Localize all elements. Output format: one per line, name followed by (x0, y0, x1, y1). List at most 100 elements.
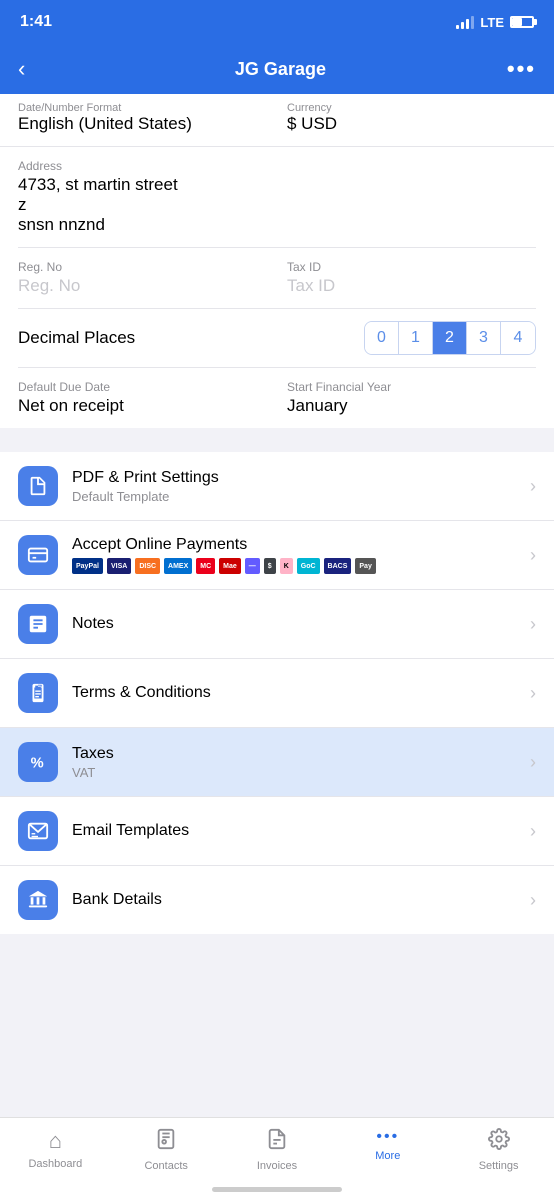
home-icon: ⌂ (49, 1128, 62, 1154)
card-icon (18, 535, 58, 575)
tab-more-label: More (375, 1150, 400, 1162)
bank-details-title: Bank Details (72, 891, 522, 909)
reg-no-label: Reg. No (18, 260, 267, 274)
chevron-right-icon: › (530, 890, 536, 911)
online-payments-title: Accept Online Payments (72, 536, 522, 554)
chevron-right-icon: › (530, 752, 536, 773)
tab-dashboard-label: Dashboard (28, 1158, 82, 1170)
bank-icon (18, 880, 58, 920)
klarna-logo: K (280, 558, 293, 574)
decimal-label: Decimal Places (18, 328, 135, 348)
pdf-print-text: PDF & Print Settings Default Template (72, 469, 522, 504)
taxes-subtitle: VAT (72, 765, 522, 780)
tab-settings-label: Settings (479, 1160, 519, 1172)
tab-invoices-label: Invoices (257, 1160, 297, 1172)
financial-year-value: January (287, 396, 536, 416)
reg-no-field[interactable]: Reg. No Reg. No (18, 260, 267, 296)
bank-ref-logo: Pay (355, 558, 375, 574)
decimal-picker[interactable]: 0 1 2 3 4 (364, 321, 536, 355)
square-logo: $ (264, 558, 276, 574)
tab-contacts[interactable]: Contacts (111, 1128, 222, 1172)
payment-logos: PayPal VISA DISC AMEX MC Mae — $ K GoC B… (72, 558, 522, 574)
reg-tax-row: Reg. No Reg. No Tax ID Tax ID (18, 248, 536, 309)
stripe-logo: — (245, 558, 260, 574)
clipboard-icon (18, 673, 58, 713)
visa-logo: VISA (107, 558, 131, 574)
back-button[interactable]: ‹ (18, 56, 54, 82)
settings-item-email-templates[interactable]: Email Templates › (0, 797, 554, 866)
online-payments-text: Accept Online Payments PayPal VISA DISC … (72, 536, 522, 574)
lte-label: LTE (480, 15, 504, 30)
locale-value: English (United States) (18, 114, 267, 134)
signal-icon (456, 15, 474, 29)
more-tab-icon: ••• (376, 1128, 399, 1146)
tab-invoices[interactable]: Invoices (222, 1128, 333, 1172)
partial-header-row: Date/Number Format English (United State… (0, 94, 554, 147)
notes-title: Notes (72, 615, 522, 633)
email-icon (18, 811, 58, 851)
address-line1: 4733, st martin street (18, 175, 536, 195)
battery-icon (510, 16, 534, 28)
bank-details-text: Bank Details (72, 891, 522, 909)
tab-settings[interactable]: Settings (443, 1128, 554, 1172)
settings-item-bank-details[interactable]: Bank Details › (0, 866, 554, 934)
date-format-label: Date/Number Format (18, 102, 267, 114)
settings-item-notes[interactable]: Notes › (0, 590, 554, 659)
financial-year-label: Start Financial Year (287, 380, 536, 394)
note-icon (18, 604, 58, 644)
reg-no-placeholder: Reg. No (18, 276, 267, 296)
tax-id-placeholder: Tax ID (287, 276, 536, 296)
currency-value: $ USD (287, 114, 536, 134)
email-templates-title: Email Templates (72, 822, 522, 840)
decimal-places-row: Decimal Places 0 1 2 3 4 (18, 309, 536, 368)
status-icons: LTE (456, 15, 534, 30)
tab-contacts-label: Contacts (144, 1160, 187, 1172)
chevron-right-icon: › (530, 476, 536, 497)
notes-text: Notes (72, 615, 522, 633)
tab-more[interactable]: ••• More (332, 1128, 443, 1162)
decimal-option-1[interactable]: 1 (399, 322, 433, 354)
address-row: Address 4733, st martin street z snsn nn… (18, 147, 536, 248)
financial-year-field[interactable]: Start Financial Year January (287, 380, 536, 416)
chevron-right-icon: › (530, 821, 536, 842)
taxes-title: Taxes (72, 745, 522, 763)
document-icon (18, 466, 58, 506)
due-date-label: Default Due Date (18, 380, 267, 394)
section-separator (0, 428, 554, 452)
bacs-logo: BACS (324, 558, 352, 574)
settings-item-pdf-print[interactable]: PDF & Print Settings Default Template › (0, 452, 554, 521)
mastercard-logo: MC (196, 558, 215, 574)
address-label: Address (18, 159, 536, 173)
nav-bar: ‹ JG Garage ••• (0, 44, 554, 94)
more-button[interactable]: ••• (507, 56, 536, 82)
tab-dashboard[interactable]: ⌂ Dashboard (0, 1128, 111, 1170)
terms-text: Terms & Conditions (72, 684, 522, 702)
decimal-option-0[interactable]: 0 (365, 322, 399, 354)
settings-item-terms[interactable]: Terms & Conditions › (0, 659, 554, 728)
svg-text:%: % (31, 756, 44, 772)
invoices-icon (266, 1128, 288, 1156)
maestro-logo: Mae (219, 558, 241, 574)
decimal-option-2[interactable]: 2 (433, 322, 467, 354)
paypal-logo: PayPal (72, 558, 103, 574)
gocardless-logo: GoC (297, 558, 320, 574)
percent-icon: % (18, 742, 58, 782)
contacts-icon (155, 1128, 177, 1156)
taxes-text: Taxes VAT (72, 745, 522, 780)
pdf-print-subtitle: Default Template (72, 489, 522, 504)
status-bar: 1:41 LTE (0, 0, 554, 44)
default-due-date-field[interactable]: Default Due Date Net on receipt (18, 380, 267, 416)
settings-icon (488, 1128, 510, 1156)
settings-item-taxes[interactable]: % Taxes VAT › (0, 728, 554, 797)
decimal-option-3[interactable]: 3 (467, 322, 501, 354)
chevron-right-icon: › (530, 545, 536, 566)
decimal-option-4[interactable]: 4 (501, 322, 535, 354)
settings-item-online-payments[interactable]: Accept Online Payments PayPal VISA DISC … (0, 521, 554, 590)
form-section: Address 4733, st martin street z snsn nn… (0, 147, 554, 428)
settings-list: PDF & Print Settings Default Template › … (0, 452, 554, 934)
tax-id-field[interactable]: Tax ID Tax ID (287, 260, 536, 296)
currency-label: Currency (287, 102, 536, 114)
terms-title: Terms & Conditions (72, 684, 522, 702)
tax-id-label: Tax ID (287, 260, 536, 274)
discover-logo: DISC (135, 558, 160, 574)
